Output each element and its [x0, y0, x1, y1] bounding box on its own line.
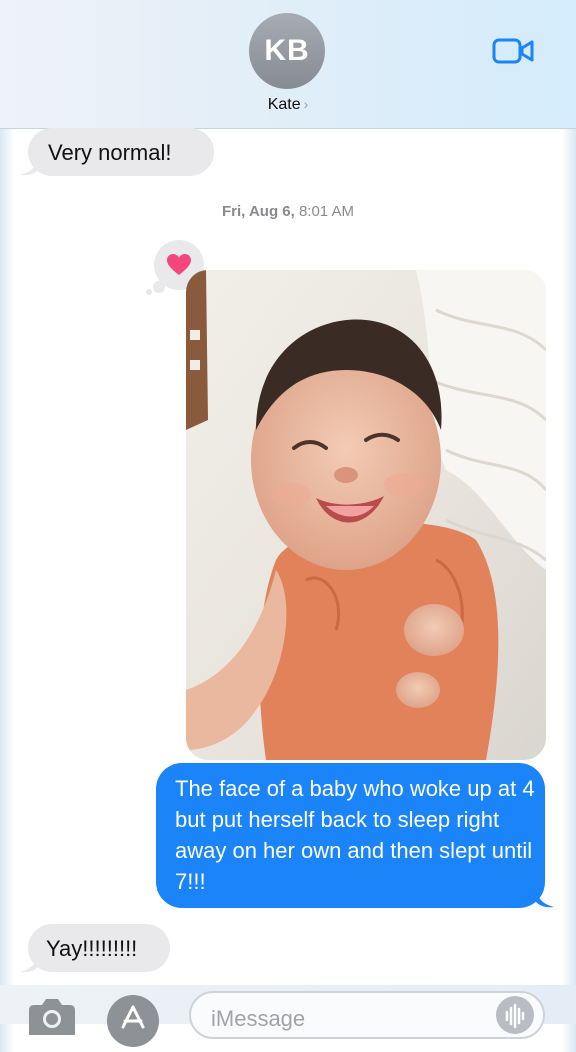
imessage-input[interactable]	[209, 1005, 473, 1033]
timestamp-time: 8:01 AM	[298, 203, 354, 220]
contact-name: Kate	[267, 96, 301, 113]
photo-attachment[interactable]	[186, 270, 546, 760]
contact-name-button[interactable]: Kate ›	[0, 96, 576, 114]
video-camera-icon[interactable]	[492, 36, 534, 66]
chevron-right-icon: ›	[303, 96, 309, 112]
waveform-glyph	[505, 1003, 525, 1029]
received-message[interactable]: Very normal!	[28, 128, 214, 176]
camera-icon[interactable]	[28, 995, 76, 1035]
sent-message[interactable]: The face of a baby who woke up at 4 but …	[156, 763, 545, 908]
tapback-dot	[146, 289, 152, 295]
heart-icon	[167, 254, 191, 275]
app-store-glyph	[121, 1005, 145, 1029]
received-message[interactable]: Yay!!!!!!!!!	[28, 924, 170, 972]
timestamp-day: Fri, Aug 6,	[222, 203, 295, 220]
contact-avatar[interactable]: KB	[249, 13, 325, 89]
baby-photo-image	[186, 270, 546, 760]
message-timestamp: Fri, Aug 6, 8:01 AM	[0, 203, 576, 220]
bubble-tail	[536, 890, 554, 908]
message-text: Yay!!!!!!!!!	[46, 936, 138, 961]
imessage-input-container[interactable]	[189, 991, 545, 1039]
app-store-icon[interactable]	[107, 995, 159, 1047]
audio-waveform-icon[interactable]	[496, 996, 534, 1034]
avatar-initials: KB	[264, 34, 310, 67]
message-text: Very normal!	[48, 140, 172, 165]
message-text: The face of a baby who woke up at 4 but …	[175, 776, 535, 894]
conversation-header: KB Kate ›	[0, 0, 576, 129]
